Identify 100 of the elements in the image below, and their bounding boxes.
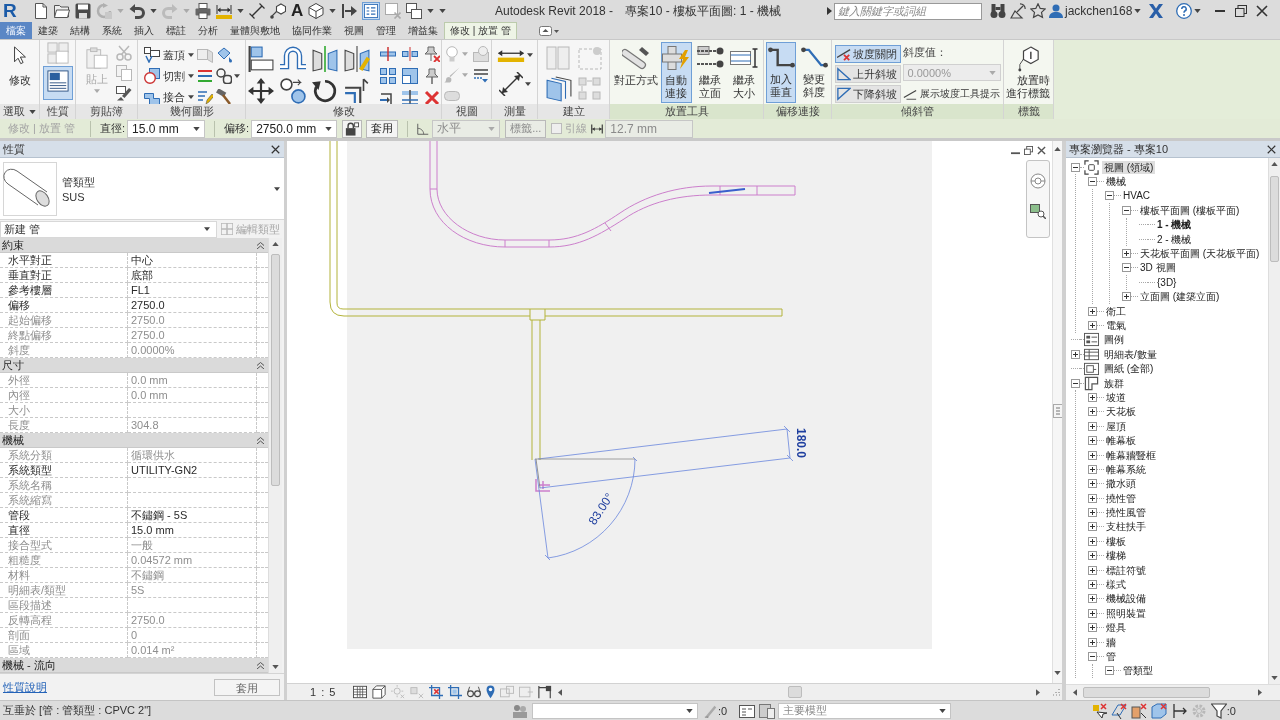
aligned-dimension-icon[interactable] — [216, 3, 232, 19]
property-value[interactable]: UTILITY-GN2 — [128, 463, 257, 478]
apply-button[interactable]: 套用 — [214, 678, 280, 696]
view-close-icon[interactable] — [1037, 146, 1046, 155]
app-logo[interactable]: R — [3, 1, 21, 21]
expand-icon[interactable] — [1088, 493, 1097, 503]
main-model-icon[interactable] — [759, 702, 776, 719]
change-slope-button[interactable]: 變更斜度 — [799, 42, 829, 103]
caret-icon[interactable] — [524, 82, 531, 86]
tree-item[interactable]: 電氣 — [1104, 319, 1128, 332]
justification-button[interactable]: 對正方式 — [613, 42, 658, 103]
slope-up-button[interactable]: 上升斜坡 — [834, 65, 901, 83]
expand-icon[interactable] — [1088, 580, 1097, 589]
apply-button[interactable]: 套用 — [366, 119, 399, 138]
dimension-text[interactable]: 180.0 — [794, 428, 808, 458]
property-value[interactable]: 2750.0 — [128, 298, 257, 313]
open-folder-icon[interactable] — [54, 3, 70, 19]
tree-item[interactable]: 1 - 機械 — [1155, 218, 1194, 232]
text-tool-button[interactable]: A — [291, 2, 304, 20]
measure-ruler-icon[interactable] — [496, 48, 525, 62]
expand-icon[interactable] — [1088, 450, 1097, 460]
tree-item[interactable]: 樣式 — [1104, 578, 1128, 591]
auto-connect-button[interactable]: 自動連接 — [660, 42, 692, 103]
scroll-right-icon[interactable] — [1258, 689, 1262, 696]
tree-item[interactable]: 帷幕牆豎框 — [1104, 448, 1158, 462]
tree-item[interactable]: 帷幕板 — [1104, 434, 1138, 448]
caret-icon[interactable] — [150, 9, 157, 13]
tree-item[interactable]: 撓性風管 — [1104, 506, 1148, 520]
printer-icon[interactable] — [195, 3, 211, 19]
caret-icon[interactable] — [1134, 9, 1142, 13]
wall-join-icon[interactable] — [215, 68, 232, 84]
expand-icon[interactable] — [1088, 479, 1097, 489]
collapse-icon[interactable] — [1088, 177, 1097, 187]
ribbon-tab[interactable]: 插入 — [128, 22, 160, 39]
line-styles-icon[interactable] — [473, 67, 489, 83]
mirror-pick-axis-icon[interactable] — [311, 46, 338, 72]
glasses-icon[interactable] — [467, 685, 482, 699]
paint-bucket-icon[interactable] — [215, 47, 232, 63]
instance-dropdown[interactable]: 新建 管 — [0, 220, 217, 238]
expand-icon[interactable] — [1088, 306, 1097, 316]
collapse-icon[interactable] — [1105, 191, 1114, 201]
help-icon[interactable] — [1176, 3, 1193, 19]
tag-on-placement-button[interactable]: 放置時進行標籤 — [1004, 42, 1053, 103]
worksets-icon[interactable] — [512, 702, 528, 719]
expand-icon[interactable] — [1088, 321, 1097, 330]
property-value[interactable]: 15.0 mm — [128, 523, 257, 538]
split-with-gap-icon[interactable] — [401, 46, 418, 62]
unpin-icon[interactable] — [423, 46, 440, 62]
tree-item[interactable]: 族群 — [1102, 376, 1126, 390]
linework-icon[interactable] — [196, 89, 213, 104]
ribbon-tab[interactable]: 結構 — [64, 22, 96, 39]
scrollbar-thumb[interactable] — [1083, 687, 1210, 698]
offset-dropdown[interactable]: 2750.0 mm — [251, 119, 338, 138]
scroll-down-icon[interactable] — [1271, 676, 1278, 680]
tree-item[interactable]: 樓板平面圖 (樓板平面) — [1138, 203, 1242, 217]
scroll-left-icon[interactable] — [558, 688, 563, 696]
select-pinned-icon[interactable] — [1130, 702, 1147, 719]
group-header[interactable]: 機械 — [0, 433, 268, 448]
tree-item[interactable]: {3D} — [1155, 275, 1179, 289]
delete-icon[interactable] — [423, 90, 440, 104]
inherit-size-button[interactable]: 繼承大小 — [728, 42, 760, 103]
tree-item[interactable]: 管 — [1104, 649, 1118, 663]
ribbon-tab[interactable]: 修改 | 放置 管 — [444, 22, 517, 39]
section-icon[interactable] — [341, 3, 358, 19]
design-option-dropdown[interactable]: 主要模型 — [778, 702, 952, 719]
collapse-icon[interactable] — [1088, 651, 1097, 661]
geometry-tool-button[interactable]: 接合 — [143, 88, 194, 104]
tree-item[interactable]: 2 - 機械 — [1155, 232, 1194, 246]
scroll-down-icon[interactable] — [272, 665, 279, 669]
expand-icon[interactable] — [1088, 508, 1097, 518]
slope-tooltip-button[interactable]: 展示坡度工具提示 — [902, 85, 1000, 103]
add-vertical-button[interactable]: 加入垂直 — [766, 42, 796, 103]
collapse-icon[interactable] — [1105, 666, 1114, 676]
expand-icon[interactable] — [1071, 349, 1080, 359]
property-value[interactable]: 底部 — [128, 268, 257, 283]
panel-toggle-icon[interactable] — [538, 25, 559, 36]
hammer-icon[interactable] — [215, 89, 232, 104]
reveal-constraints-icon[interactable] — [538, 685, 553, 699]
tree-item[interactable]: 天花板平面圖 (天花板平面) — [1138, 247, 1262, 261]
help-link[interactable]: 性質說明 — [3, 679, 47, 695]
geometry-tool-button[interactable]: 蓋頂 — [143, 46, 194, 64]
crop-region-icon[interactable] — [448, 685, 463, 699]
property-value[interactable]: 中心 — [128, 253, 257, 268]
caret-icon[interactable] — [526, 53, 533, 57]
collapse-icon[interactable] — [1071, 162, 1080, 172]
thin-lines-button[interactable] — [362, 2, 381, 20]
new-document-icon[interactable] — [33, 3, 49, 19]
ribbon-tab[interactable]: 增益集 — [402, 22, 444, 39]
close-icon[interactable] — [271, 144, 280, 154]
star-icon[interactable] — [1030, 3, 1046, 19]
panel-menu-button[interactable]: 選取 — [3, 104, 36, 119]
group-header[interactable]: 機械 - 流向 — [0, 658, 268, 673]
expand-icon[interactable] — [1122, 292, 1131, 302]
expand-icon[interactable] — [1088, 623, 1097, 633]
house-3d-icon[interactable] — [308, 3, 325, 19]
pin-icon[interactable] — [423, 68, 440, 84]
tree-item[interactable]: 照明裝置 — [1104, 606, 1148, 620]
expand-icon[interactable] — [1088, 608, 1097, 618]
ribbon-tab[interactable]: 量體與敷地 — [224, 22, 286, 39]
scroll-right-icon[interactable] — [1036, 688, 1040, 696]
